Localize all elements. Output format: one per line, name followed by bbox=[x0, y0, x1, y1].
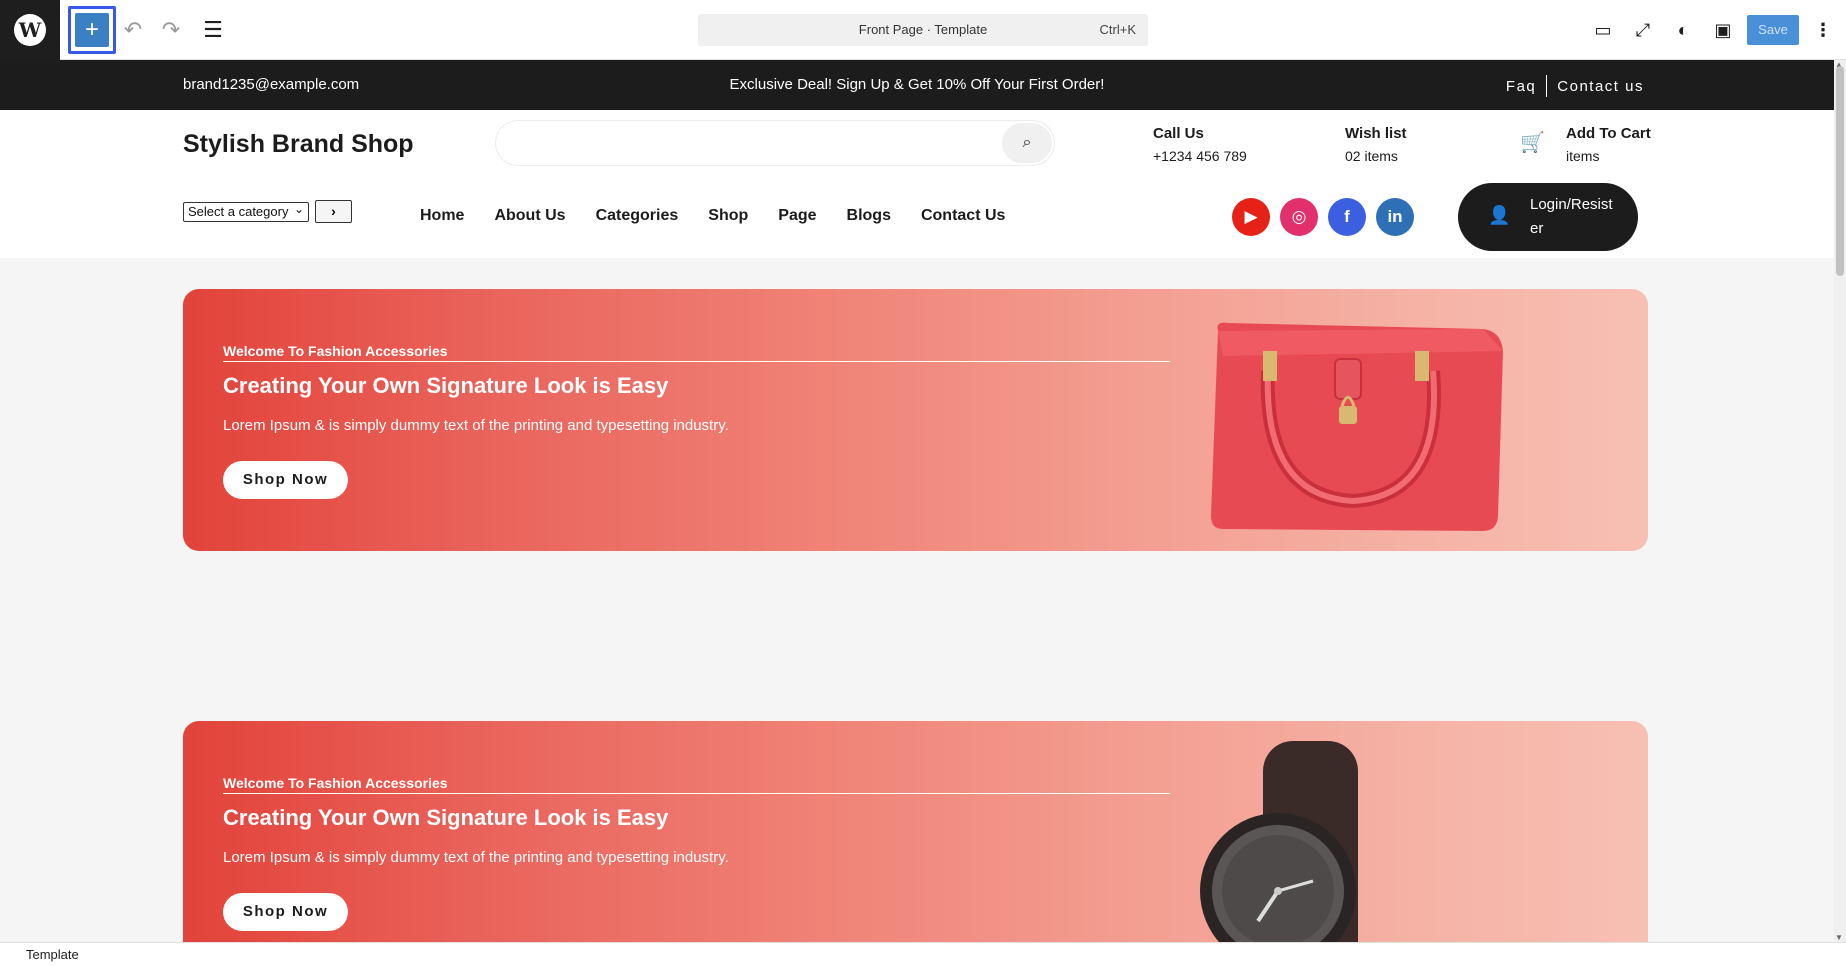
block-breadcrumb-bar: Template bbox=[0, 942, 1846, 966]
wordpress-logo-button[interactable]: W bbox=[0, 0, 60, 60]
search-icon[interactable]: ⌕ bbox=[1002, 123, 1052, 163]
nav-about-us[interactable]: About Us bbox=[494, 207, 565, 225]
chevron-right-icon[interactable]: › bbox=[315, 200, 352, 223]
shop-now-button[interactable]: Shop Now bbox=[223, 461, 348, 499]
handbag-image bbox=[1211, 322, 1503, 531]
banner-description: Lorem Ipsum & is simply dummy text of th… bbox=[223, 849, 729, 866]
login-button[interactable]: 👤 Login/Resister bbox=[1458, 183, 1638, 251]
divider bbox=[223, 793, 1170, 794]
cart-label: Add To Cart bbox=[1566, 125, 1651, 142]
canvas-scrollbar[interactable]: ▲ ▼ bbox=[1834, 60, 1846, 942]
top-links: Faq Contact us bbox=[1506, 75, 1644, 97]
redo-button[interactable]: ↷ bbox=[156, 15, 186, 45]
banner-title: Creating Your Own Signature Look is Easy bbox=[223, 805, 669, 830]
hero-banner: Welcome To Fashion Accessories Creating … bbox=[183, 289, 1648, 551]
nav-blogs[interactable]: Blogs bbox=[847, 207, 891, 225]
options-more-icon[interactable]: ⋮ bbox=[1808, 15, 1838, 45]
instagram-icon[interactable]: ◎ bbox=[1280, 198, 1318, 236]
fullscreen-icon[interactable]: ⤢ bbox=[1628, 15, 1658, 45]
scrollbar-thumb[interactable] bbox=[1836, 66, 1844, 276]
nav-shop[interactable]: Shop bbox=[708, 207, 748, 225]
nav-home[interactable]: Home bbox=[420, 207, 464, 225]
cart-icon[interactable]: 🛒 bbox=[1520, 130, 1545, 155]
editor-canvas: brand1235@example.com Exclusive Deal! Si… bbox=[0, 60, 1834, 942]
desktop-preview-icon[interactable]: ▭ bbox=[1588, 15, 1618, 45]
user-icon: 👤 bbox=[1488, 205, 1511, 225]
linkedin-icon[interactable]: in bbox=[1376, 198, 1414, 236]
facebook-icon[interactable]: f bbox=[1328, 198, 1366, 236]
document-title: Front Page · Template bbox=[858, 22, 988, 37]
nav-contact-us[interactable]: Contact Us bbox=[921, 207, 1005, 225]
site-title[interactable]: Stylish Brand Shop bbox=[183, 130, 414, 159]
divider bbox=[1546, 75, 1548, 97]
contact-link[interactable]: Contact us bbox=[1557, 78, 1644, 95]
save-button[interactable]: Save bbox=[1747, 15, 1799, 45]
category-select[interactable]: Select a category bbox=[183, 200, 309, 222]
cart-block[interactable]: Add To Cart items bbox=[1566, 122, 1651, 168]
watch-image bbox=[1200, 741, 1358, 942]
call-us-label: Call Us bbox=[1153, 125, 1204, 142]
banner-description: Lorem Ipsum & is simply dummy text of th… bbox=[223, 417, 729, 434]
plus-icon: + bbox=[75, 13, 109, 47]
wishlist-label: Wish list bbox=[1345, 125, 1407, 142]
divider bbox=[223, 361, 1170, 362]
phone-number: +1234 456 789 bbox=[1153, 148, 1247, 164]
wishlist-block[interactable]: Wish list 02 items bbox=[1345, 122, 1407, 168]
main-navigation: Home About Us Categories Shop Page Blogs… bbox=[420, 207, 1005, 225]
banner-eyebrow: Welcome To Fashion Accessories bbox=[223, 343, 448, 359]
nav-categories[interactable]: Categories bbox=[596, 207, 679, 225]
shop-now-button[interactable]: Shop Now bbox=[223, 893, 348, 931]
nav-page[interactable]: Page bbox=[778, 207, 816, 225]
scroll-down-arrow-icon[interactable]: ▼ bbox=[1835, 933, 1843, 942]
search-input[interactable]: ⌕ bbox=[495, 120, 1055, 166]
youtube-icon[interactable]: ▶ bbox=[1232, 198, 1270, 236]
keyboard-shortcut: Ctrl+K bbox=[1099, 22, 1136, 37]
hero-banner: Welcome To Fashion Accessories Creating … bbox=[183, 721, 1648, 942]
call-us-block: Call Us +1234 456 789 bbox=[1153, 122, 1247, 168]
wordpress-icon: W bbox=[14, 14, 46, 46]
settings-sidebar-icon[interactable]: ▣ bbox=[1708, 15, 1738, 45]
site-header: Stylish Brand Shop ⌕ Call Us +1234 456 7… bbox=[0, 110, 1834, 258]
login-label: Login/Resister bbox=[1530, 196, 1613, 237]
undo-button[interactable]: ↶ bbox=[118, 15, 148, 45]
cart-count: items bbox=[1566, 148, 1600, 164]
document-overview-button[interactable]: ☰ bbox=[198, 15, 228, 45]
top-strip: brand1235@example.com Exclusive Deal! Si… bbox=[0, 60, 1834, 110]
faq-link[interactable]: Faq bbox=[1506, 78, 1536, 95]
banner-eyebrow: Welcome To Fashion Accessories bbox=[223, 775, 448, 791]
wishlist-count: 02 items bbox=[1345, 148, 1398, 164]
editor-toolbar: W + ↶ ↷ ☰ Front Page · Template Ctrl+K ▭… bbox=[0, 0, 1846, 60]
styles-icon[interactable]: ◐ bbox=[1668, 15, 1698, 45]
breadcrumb-template[interactable]: Template bbox=[26, 947, 79, 962]
command-palette-button[interactable]: Front Page · Template Ctrl+K bbox=[698, 14, 1148, 46]
block-inserter-toggle[interactable]: + bbox=[68, 6, 116, 54]
banner-title: Creating Your Own Signature Look is Easy bbox=[223, 373, 669, 398]
